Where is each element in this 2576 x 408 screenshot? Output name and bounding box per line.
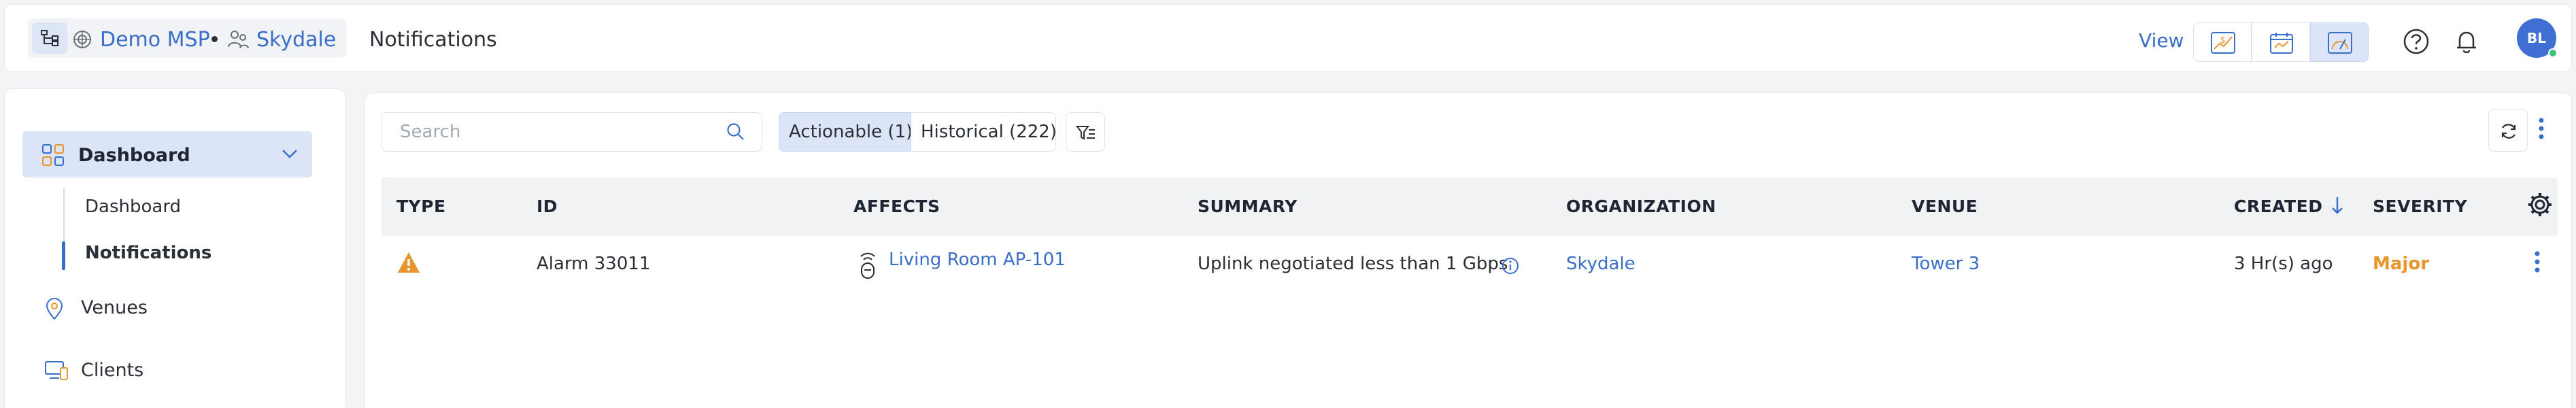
- sidebar-item-label: Venues: [81, 297, 148, 318]
- online-status-dot: [2548, 48, 2558, 58]
- devices-icon: [44, 360, 69, 381]
- tab-historical[interactable]: Historical (222): [911, 112, 1057, 152]
- column-header-organization[interactable]: ORGANIZATION: [1566, 197, 1716, 216]
- breadcrumb-msp-link[interactable]: Demo MSP: [100, 28, 210, 52]
- sidebar: Dashboard Dashboard Notifications Venues…: [4, 88, 345, 408]
- table-row[interactable]: Alarm 33011 Living Room AP-101 Uplink ne…: [382, 236, 2558, 294]
- notifications-panel: Actionable (1) Historical (222) TYPE ID …: [365, 92, 2572, 408]
- alarm-id: Alarm 33011: [537, 254, 651, 274]
- info-icon[interactable]: [1501, 256, 1520, 275]
- dashboard-grid-icon: [41, 143, 65, 167]
- affects-link[interactable]: Living Room AP-101: [889, 250, 1066, 270]
- breadcrumb-separator: [211, 36, 218, 42]
- refresh-icon: [2501, 124, 2516, 139]
- view-option-dollar-chart[interactable]: $: [2193, 22, 2252, 62]
- column-header-type[interactable]: TYPE: [396, 197, 446, 216]
- breadcrumb: Demo MSP Skydale: [28, 18, 346, 58]
- sidebar-subitem-dashboard[interactable]: Dashboard: [85, 197, 181, 217]
- hierarchy-icon[interactable]: [32, 22, 67, 54]
- sidebar-item-label: Clients: [81, 360, 144, 381]
- row-actions-icon[interactable]: [2533, 250, 2541, 274]
- gauge-view-icon: [2328, 32, 2352, 54]
- view-option-calendar[interactable]: [2252, 22, 2310, 62]
- column-header-severity[interactable]: SEVERITY: [2373, 197, 2467, 216]
- view-label: View: [2139, 29, 2184, 52]
- svg-text:$: $: [2220, 35, 2226, 45]
- warning-triangle-icon: [396, 251, 421, 274]
- sidebar-item-dashboard[interactable]: Dashboard: [22, 131, 312, 177]
- table-header: TYPE ID AFFECTS SUMMARY ORGANIZATION VEN…: [382, 177, 2558, 236]
- venue-link[interactable]: Tower 3: [1912, 254, 1980, 274]
- tab-actionable[interactable]: Actionable (1): [779, 112, 913, 152]
- refresh-button[interactable]: [2488, 109, 2528, 152]
- gear-icon[interactable]: [2526, 191, 2554, 218]
- help-icon[interactable]: [2403, 28, 2430, 55]
- severity-badge: Major: [2373, 254, 2430, 274]
- msp-icon: [70, 28, 95, 51]
- sidebar-subitem-notifications[interactable]: Notifications: [85, 243, 211, 263]
- column-header-id[interactable]: ID: [537, 197, 558, 216]
- sidebar-item-label: Dashboard: [78, 145, 190, 166]
- notifications-bell-icon[interactable]: [2453, 28, 2480, 55]
- filter-button[interactable]: [1066, 112, 1105, 152]
- column-header-venue[interactable]: VENUE: [1912, 197, 1978, 216]
- location-pin-icon: [44, 297, 65, 320]
- column-header-summary[interactable]: SUMMARY: [1198, 197, 1298, 216]
- organization-icon: [226, 28, 250, 51]
- calendar-view-icon: [2270, 33, 2293, 54]
- breadcrumb-org-link[interactable]: Skydale: [256, 28, 336, 52]
- column-header-created[interactable]: CREATED: [2234, 197, 2322, 216]
- top-header: Demo MSP Skydale Notifications View $ BL: [4, 4, 2572, 72]
- view-option-gauge[interactable]: [2310, 22, 2369, 62]
- search-input[interactable]: [382, 112, 762, 152]
- search-icon[interactable]: [726, 122, 746, 142]
- chevron-down-icon[interactable]: [281, 148, 299, 160]
- access-point-icon: [858, 250, 878, 279]
- page-title: Notifications: [369, 28, 497, 52]
- submenu-active-indicator: [62, 241, 65, 270]
- more-options-icon[interactable]: [2537, 116, 2545, 141]
- created-time: 3 Hr(s) ago: [2234, 254, 2333, 274]
- organization-link[interactable]: Skydale: [1566, 254, 1636, 274]
- sort-descending-icon[interactable]: [2331, 194, 2344, 217]
- column-header-affects[interactable]: AFFECTS: [853, 197, 940, 216]
- summary-text: Uplink negotiated less than 1 Gbps: [1198, 254, 1508, 274]
- dollar-chart-view-icon: $: [2211, 32, 2235, 54]
- filter-icon: [1076, 126, 1095, 140]
